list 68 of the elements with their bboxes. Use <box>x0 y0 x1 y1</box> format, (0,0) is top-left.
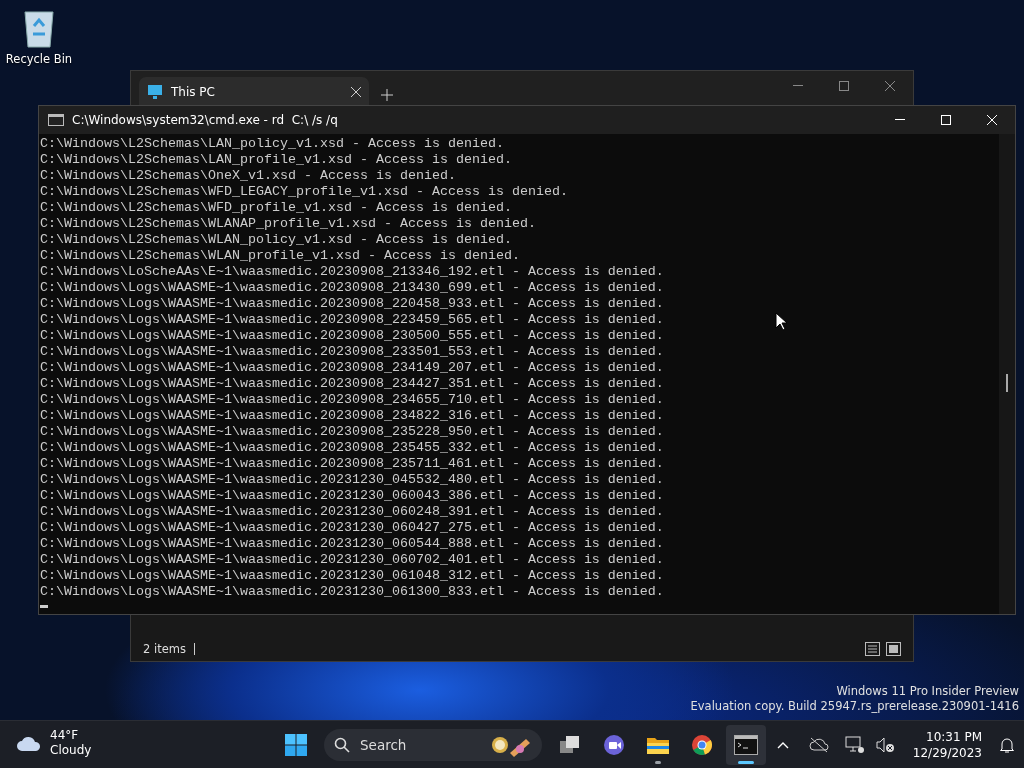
item-count: 2 items <box>143 642 186 656</box>
build-notice: Evaluation copy. Build 25947.rs_prerelease.230901-1416 <box>690 699 1019 714</box>
notification-bell-icon[interactable] <box>1000 737 1014 753</box>
console-icon <box>48 114 64 126</box>
tiles-view-icon[interactable] <box>886 642 901 656</box>
weather-widget[interactable]: 44°F Cloudy <box>16 728 92 758</box>
console-line: C:\Windows\Logs\WAASME~1\waasmedic.20230908_235455_332.etl - Access is denied. <box>40 440 664 456</box>
close-icon[interactable] <box>351 87 361 97</box>
chevron-up-icon[interactable] <box>776 741 789 749</box>
console-line: C:\Windows\L2Schemas\WLAN_profile_v1.xsd - Access is denied. <box>40 248 520 264</box>
console-line: C:\Windows\Logs\WAASME~1\waasmedic.20231230_061048_312.etl - Access is denied. <box>40 568 664 584</box>
minimize-icon <box>793 85 803 87</box>
desktop-icon-label: Recycle Bin <box>5 52 73 66</box>
folder-icon <box>646 735 670 755</box>
cloud-icon <box>16 734 42 752</box>
console-line: C:\Windows\Logs\WAASME~1\waasmedic.20230908_234655_710.etl - Access is denied. <box>40 392 664 408</box>
search-icon <box>334 737 350 753</box>
maximize-icon <box>941 115 951 125</box>
console-line: C:\Windows\Logs\WAASME~1\waasmedic.20231230_060544_888.etl - Access is denied. <box>40 536 664 552</box>
console-line: C:\Windows\Logs\WAASME~1\waasmedic.20231230_060043_386.etl - Access is denied. <box>40 488 664 504</box>
edition-notice: Windows 11 Pro Insider Preview <box>835 684 1019 699</box>
console-line: C:\Windows\Logs\WAASME~1\waasmedic.20230908_235228_950.etl - Access is denied. <box>40 424 664 440</box>
window-tab[interactable]: This PC <box>139 77 369 107</box>
close-icon <box>987 115 997 125</box>
console-line: C:\Windows\Logs\WAASME~1\waasmedic.20231230_061300_833.etl - Access is denied. <box>40 584 664 600</box>
clock[interactable]: 10:31 PM 12/29/2023 <box>912 729 982 761</box>
console-line: C:\Windows\L2Schemas\WLAN_policy_v1.xsd - Access is denied. <box>40 232 512 248</box>
console-line: C:\Windows\L2Schemas\WFD_profile_v1.xsd - Access is denied. <box>40 200 512 216</box>
console-line: C:\Windows\Logs\WAASME~1\waasmedic.20230908_230500_555.etl - Access is denied. <box>40 328 664 344</box>
window-title: C:\Windows\system32\cmd.exe - rd C:\ /s /q <box>72 113 338 127</box>
console-line: C:\Windows\Logs\WAASME~1\waasmedic.20231230_060702_401.etl - Access is denied. <box>40 552 664 568</box>
text-cursor <box>40 605 48 608</box>
console-line: C:\Windows\Logs\WAASME~1\waasmedic.20231230_060427_275.etl - Access is denied. <box>40 520 664 536</box>
volume-muted-icon[interactable] <box>874 736 895 754</box>
console-line: C:\Windows\Logs\WAASME~1\waasmedic.20230908_233501_553.etl - Access is denied. <box>40 344 664 360</box>
console-line: C:\Windows\Logs\WAASME~1\waasmedic.20230908_220458_933.etl - Access is denied. <box>40 296 664 312</box>
console-line: C:\Windows\L2Schemas\OneX_v1.xsd - Access is denied. <box>40 168 456 184</box>
minimize-icon <box>895 119 905 121</box>
console-line: C:\Windows\L2Schemas\WFD_LEGACY_profile_v1.xsd - Access is denied. <box>40 184 568 200</box>
windows-logo-icon <box>285 734 307 756</box>
new-tab-icon[interactable] <box>381 89 393 101</box>
browser-icon <box>691 734 713 756</box>
monitor-icon <box>147 84 163 100</box>
console-line: C:\Windows\L2Schemas\WLANAP_profile_v1.xsd - Access is denied. <box>40 216 536 232</box>
close-icon <box>885 81 895 91</box>
console-line: C:\Windows\Logs\WAASME~1\waasmedic.20231230_045532_480.etl - Access is denied. <box>40 472 664 488</box>
console-line: C:\Windows\Logs\WAASME~1\waasmedic.20231230_060248_391.etl - Access is denied. <box>40 504 664 520</box>
scrollbar[interactable] <box>999 134 1015 614</box>
maximize-icon <box>839 81 849 91</box>
taskbar-app-button[interactable] <box>726 725 766 765</box>
stacked-windows-icon <box>559 735 581 755</box>
details-view-icon[interactable] <box>865 642 880 656</box>
console-line: C:\Windows\Logs\WAASME~1\waasmedic.20230908_235711_461.etl - Access is denied. <box>40 456 664 472</box>
console-line: C:\Windows\L2Schemas\LAN_profile_v1.xsd - Access is denied. <box>40 152 512 168</box>
console-line: C:\Windows\Logs\WAASME~1\waasmedic.20230908_234427_351.etl - Access is denied. <box>40 376 664 392</box>
console-line: C:\Windows\Logs\WAASME~1\waasmedic.20230908_234822_316.etl - Access is denied. <box>40 408 664 424</box>
text-cursor-icon <box>193 643 195 655</box>
cloud-off-icon[interactable] <box>808 737 829 753</box>
console-line: C:\Windows\Logs\WAASME~1\waasmedic.20230908_213430_699.etl - Access is denied. <box>40 280 664 296</box>
network-icon[interactable] <box>844 736 865 754</box>
console-line: C:\Windows\Logs\WAASME~1\waasmedic.20230908_234149_207.etl - Access is denied. <box>40 360 664 376</box>
console-line: C:\Windows\Logs\WAASME~1\waasmedic.20230908_223459_565.etl - Access is denied. <box>40 312 664 328</box>
console-line: C:\Windows\LoScheAAs\E~1\waasmedic.20230908_213346_192.etl - Access is denied. <box>40 264 664 280</box>
video-chat-icon <box>603 734 625 756</box>
console-line: C:\Windows\L2Schemas\LAN_policy_v1.xsd - Access is denied. <box>40 136 504 152</box>
search-field[interactable]: Search <box>324 729 542 761</box>
terminal-icon <box>734 735 758 755</box>
mouse-pointer-icon <box>775 312 787 331</box>
